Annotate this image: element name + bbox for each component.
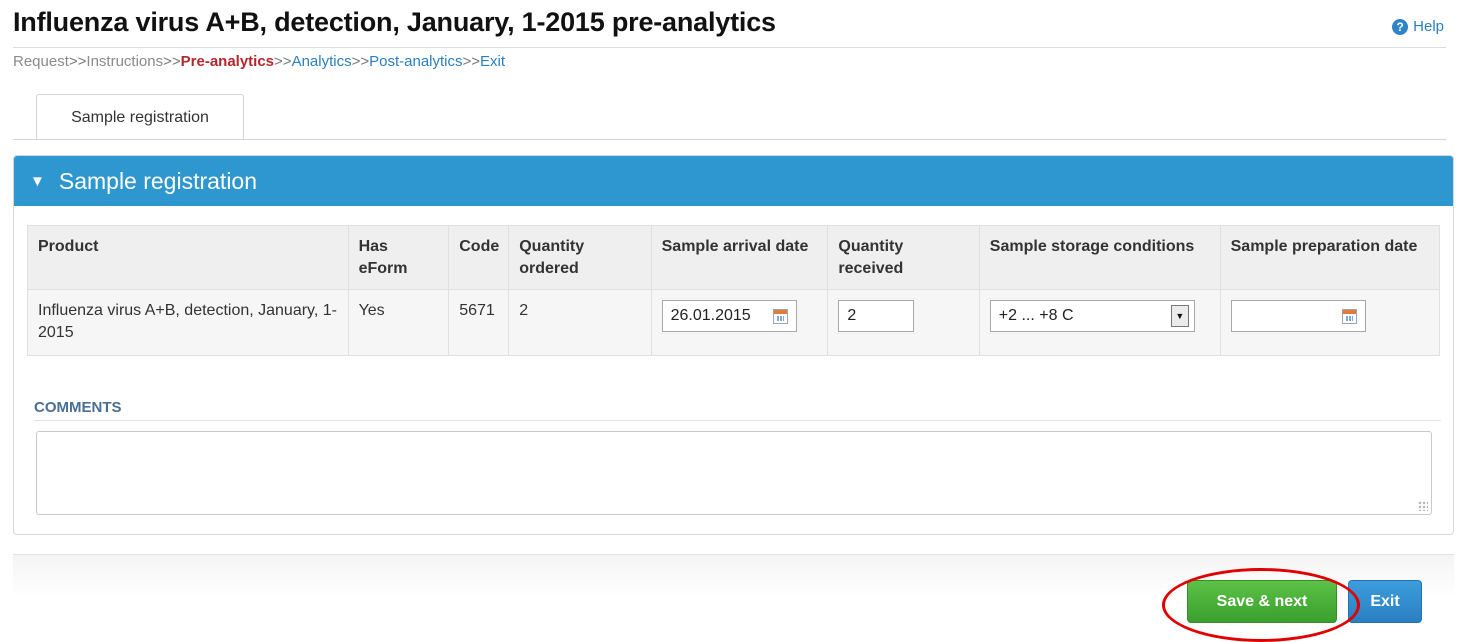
quantity-received-input[interactable]: 2 [838, 300, 915, 332]
breadcrumb-separator: >> [351, 53, 370, 70]
breadcrumb-separator: >> [163, 53, 181, 70]
resize-grip-icon[interactable] [1418, 501, 1428, 511]
cell-preparation-date [1219, 289, 1441, 356]
breadcrumb: Request>>Instructions>>Pre-analytics>>An… [13, 53, 505, 70]
collapse-triangle-icon: ▼ [30, 172, 45, 190]
preparation-date-input[interactable] [1230, 300, 1366, 332]
cell-arrival-date: 26.01.2015 [650, 289, 829, 356]
header-code: Code [448, 225, 510, 290]
breadcrumb-exit[interactable]: Exit [480, 53, 505, 70]
header-storage-conditions: Sample storage conditions [978, 225, 1221, 290]
cell-code: 5671 [448, 289, 510, 356]
calendar-icon[interactable] [772, 308, 788, 324]
breadcrumb-request: Request [13, 53, 69, 70]
header-quantity-received: Quantity received [827, 225, 980, 290]
comments-label: COMMENTS [34, 399, 122, 416]
dropdown-arrow-icon[interactable]: ▼ [1170, 305, 1189, 327]
header-has-eform: Has eForm [347, 225, 450, 290]
breadcrumb-separator: >> [462, 53, 481, 70]
comments-textarea[interactable] [36, 431, 1432, 515]
breadcrumb-pre-analytics: Pre-analytics [180, 53, 275, 70]
header-preparation-date: Sample preparation date [1219, 225, 1441, 290]
tab-sample-registration[interactable]: Sample registration [36, 94, 244, 140]
storage-conditions-value: +2 ... +8 C [998, 307, 1074, 324]
sample-registration-panel: ▼ Sample registration Product Has eForm … [13, 155, 1454, 535]
sample-table: Product Has eForm Code Quantity ordered … [27, 225, 1441, 356]
header-product: Product [27, 225, 349, 290]
arrival-date-input[interactable]: 26.01.2015 [661, 300, 797, 332]
cell-quantity-received: 2 [827, 289, 980, 356]
quantity-received-value: 2 [847, 307, 857, 324]
panel-header[interactable]: ▼ Sample registration [14, 156, 1453, 206]
comments-divider [34, 420, 1441, 421]
help-label: Help [1413, 18, 1444, 35]
breadcrumb-separator: >> [68, 53, 87, 70]
help-link[interactable]: ? Help [1392, 18, 1444, 35]
cell-product: Influenza virus A+B, detection, January,… [27, 289, 349, 356]
exit-button[interactable]: Exit [1348, 580, 1422, 623]
cell-quantity-ordered: 2 [508, 289, 652, 356]
save-next-button[interactable]: Save & next [1187, 580, 1337, 623]
cell-storage-conditions: +2 ... +8 C ▼ [978, 289, 1221, 356]
panel-title: Sample registration [58, 167, 258, 194]
table-header-row: Product Has eForm Code Quantity ordered … [27, 225, 1441, 290]
calendar-icon[interactable] [1341, 308, 1357, 324]
cell-has-eform: Yes [347, 289, 450, 356]
breadcrumb-analytics[interactable]: Analytics [292, 53, 352, 70]
breadcrumb-separator: >> [274, 53, 292, 70]
tab-bar-divider [13, 139, 1446, 140]
header-arrival-date: Sample arrival date [650, 225, 829, 290]
table-row: Influenza virus A+B, detection, January,… [27, 289, 1441, 356]
breadcrumb-instructions: Instructions [86, 53, 164, 70]
storage-conditions-select[interactable]: +2 ... +8 C ▼ [989, 300, 1195, 332]
breadcrumb-post-analytics[interactable]: Post-analytics [369, 53, 462, 70]
title-divider [13, 47, 1446, 48]
header-quantity-ordered: Quantity ordered [508, 225, 652, 290]
page-title: Influenza virus A+B, detection, January,… [13, 7, 776, 37]
arrival-date-value: 26.01.2015 [670, 307, 751, 324]
help-icon: ? [1392, 18, 1409, 35]
